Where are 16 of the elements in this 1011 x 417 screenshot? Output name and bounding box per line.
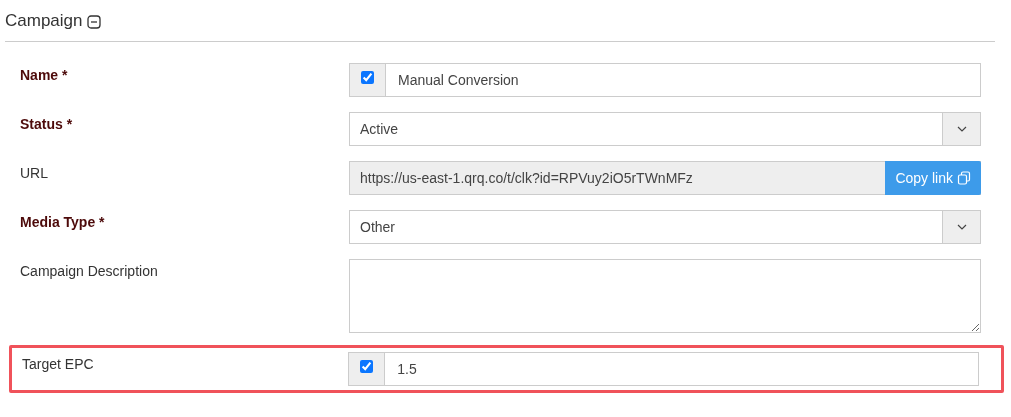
input-field[interactable]: Manual Conversion [386, 63, 981, 97]
field-label: Target EPC [22, 355, 95, 374]
caret-icon [956, 224, 967, 230]
input-field[interactable]: 1.5 [385, 352, 979, 386]
field-label: Media Type * [20, 213, 106, 232]
caret-icon [956, 126, 967, 132]
field-label: URL [20, 164, 49, 183]
checkbox[interactable] [360, 360, 374, 373]
field-label: Status * [20, 115, 74, 134]
field-label: Name * [20, 66, 69, 85]
checkbox[interactable] [361, 71, 374, 84]
field-label: Campaign Description [20, 262, 159, 281]
select-field[interactable]: Active [349, 112, 981, 146]
select-field[interactable]: Other [349, 210, 981, 244]
collapse-icon[interactable] [86, 14, 101, 29]
section-title: Campaign [5, 11, 83, 31]
